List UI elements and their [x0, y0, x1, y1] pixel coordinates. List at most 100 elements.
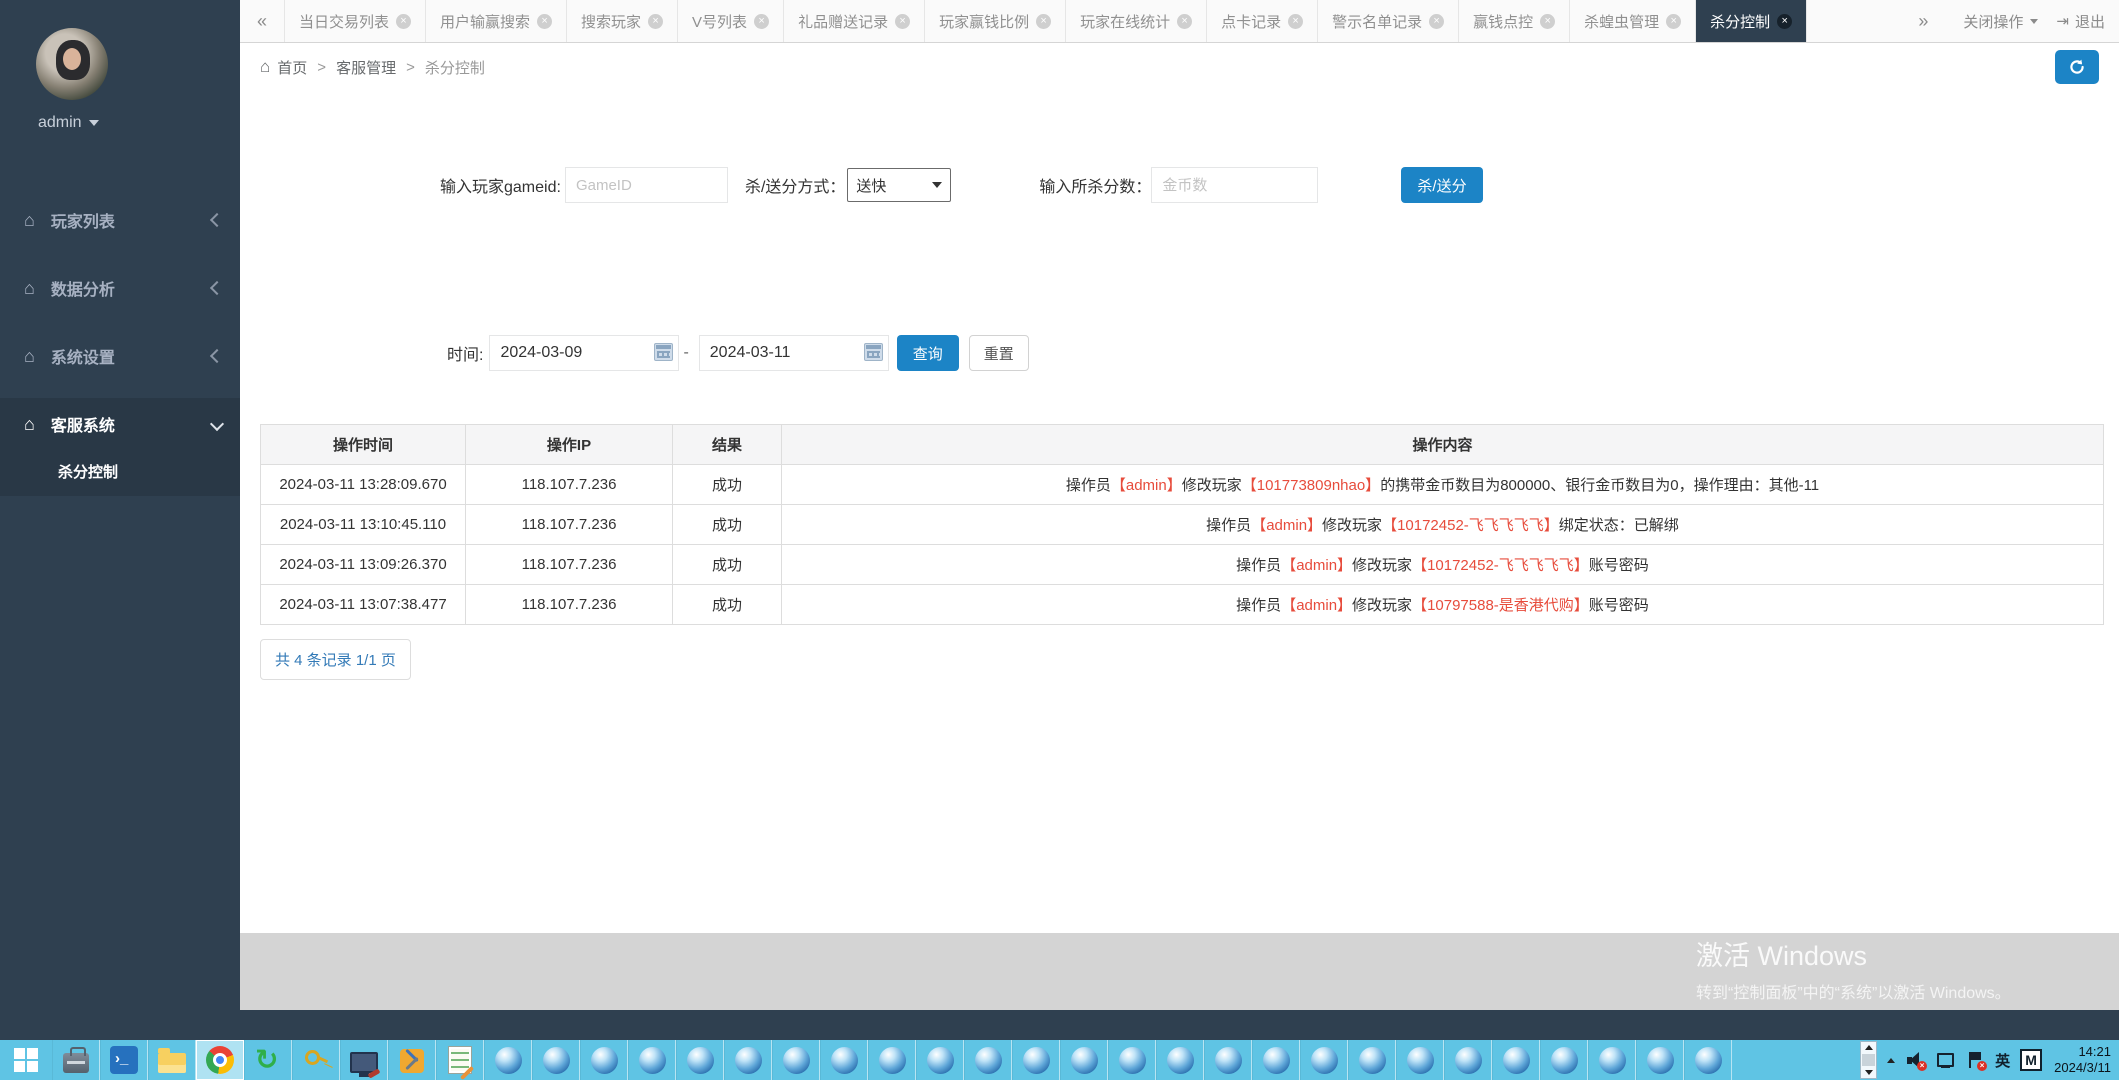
sphere-taskbar-button[interactable]	[1540, 1040, 1588, 1080]
server-manager-taskbar-button[interactable]	[52, 1040, 100, 1080]
sphere-taskbar-button[interactable]	[1204, 1040, 1252, 1080]
sphere-taskbar-button[interactable]	[1012, 1040, 1060, 1080]
breadcrumb-home[interactable]: 首页	[277, 57, 307, 78]
ime-indicator[interactable]: M	[2020, 1049, 2042, 1071]
powershell-taskbar-button[interactable]	[100, 1040, 148, 1080]
sphere-taskbar-button[interactable]	[1588, 1040, 1636, 1080]
refresh-button[interactable]	[2055, 50, 2099, 84]
reset-button[interactable]: 重置	[969, 335, 1029, 371]
action-center-flag-icon[interactable]: ×	[1965, 1050, 1985, 1070]
tab[interactable]: 礼品赠送记录×	[784, 0, 925, 42]
sphere-taskbar-button[interactable]	[916, 1040, 964, 1080]
sphere-taskbar-button[interactable]	[1108, 1040, 1156, 1080]
query-button[interactable]: 查询	[897, 335, 959, 371]
kill-send-score-button[interactable]: 杀/送分	[1401, 167, 1482, 203]
scroll-thumb[interactable]	[1862, 1054, 1875, 1065]
tab[interactable]: 赢钱点控×	[1459, 0, 1570, 42]
date-from-input[interactable]	[489, 335, 679, 371]
show-hidden-icons-button[interactable]	[1887, 1058, 1895, 1063]
tab-close-icon[interactable]: ×	[1036, 14, 1051, 29]
sphere-taskbar-button[interactable]	[1060, 1040, 1108, 1080]
network-icon[interactable]	[1935, 1050, 1955, 1070]
tab-close-icon[interactable]: ×	[1288, 14, 1303, 29]
taskbar-overflow-scrollbar[interactable]	[1860, 1041, 1877, 1079]
sphere-taskbar-button[interactable]	[532, 1040, 580, 1080]
gameid-input[interactable]	[565, 167, 728, 203]
sphere-taskbar-button[interactable]	[964, 1040, 1012, 1080]
scroll-tabs-right-button[interactable]: »	[1901, 11, 1945, 32]
calendar-icon[interactable]	[864, 343, 883, 361]
sphere-icon	[1455, 1047, 1482, 1074]
tab-close-icon[interactable]: ×	[1177, 14, 1192, 29]
sphere-taskbar-button[interactable]	[820, 1040, 868, 1080]
language-indicator[interactable]: 英	[1995, 1050, 2010, 1071]
volume-muted-icon[interactable]: ×	[1905, 1050, 1925, 1070]
notepad-taskbar-button[interactable]	[436, 1040, 484, 1080]
tab[interactable]: 杀蝗虫管理×	[1570, 0, 1696, 42]
sphere-taskbar-button[interactable]	[1300, 1040, 1348, 1080]
sphere-taskbar-button[interactable]	[1252, 1040, 1300, 1080]
tab-close-icon[interactable]: ×	[1666, 14, 1681, 29]
tab-close-icon[interactable]: ×	[1540, 14, 1555, 29]
breadcrumb-section[interactable]: 客服管理	[336, 57, 396, 78]
user-menu[interactable]: admin	[38, 114, 240, 132]
sphere-taskbar-button[interactable]	[1348, 1040, 1396, 1080]
sphere-taskbar-button[interactable]	[628, 1040, 676, 1080]
sync-taskbar-button[interactable]	[244, 1040, 292, 1080]
sphere-taskbar-button[interactable]	[1396, 1040, 1444, 1080]
start-button[interactable]	[0, 1040, 52, 1080]
sphere-taskbar-button[interactable]	[772, 1040, 820, 1080]
sphere-taskbar-button[interactable]	[1444, 1040, 1492, 1080]
tab-close-icon[interactable]: ×	[1777, 14, 1792, 29]
mode-select[interactable]: 送快	[847, 168, 951, 202]
column-header: 结果	[673, 425, 782, 465]
tab[interactable]: 杀分控制×	[1696, 0, 1807, 42]
toolbox-taskbar-button[interactable]	[388, 1040, 436, 1080]
tab-close-icon[interactable]: ×	[396, 14, 411, 29]
sphere-icon	[1215, 1047, 1242, 1074]
sidebar-item[interactable]: ⌂客服系统	[0, 398, 240, 450]
sphere-taskbar-button[interactable]	[1156, 1040, 1204, 1080]
remote-pc-taskbar-button[interactable]	[340, 1040, 388, 1080]
sidebar-item[interactable]: ⌂玩家列表	[0, 194, 240, 246]
tab-close-icon[interactable]: ×	[537, 14, 552, 29]
calendar-icon[interactable]	[654, 343, 673, 361]
sidebar-item[interactable]: ⌂数据分析	[0, 262, 240, 314]
tab[interactable]: 警示名单记录×	[1318, 0, 1459, 42]
tab-close-icon[interactable]: ×	[754, 14, 769, 29]
chevron-down-icon	[932, 182, 942, 188]
sphere-taskbar-button[interactable]	[484, 1040, 532, 1080]
chrome-taskbar-button[interactable]	[196, 1040, 244, 1080]
clock[interactable]: 14:21 2024/3/11	[2054, 1044, 2111, 1076]
sphere-taskbar-button[interactable]	[1684, 1040, 1732, 1080]
tab[interactable]: 点卡记录×	[1207, 0, 1318, 42]
tab[interactable]: 玩家赢钱比例×	[925, 0, 1066, 42]
tab[interactable]: 当日交易列表×	[284, 0, 426, 42]
avatar[interactable]	[36, 28, 108, 100]
tab-close-icon[interactable]: ×	[1429, 14, 1444, 29]
sphere-taskbar-button[interactable]	[724, 1040, 772, 1080]
pagination-summary[interactable]: 共 4 条记录 1/1 页	[260, 639, 411, 680]
sidebar-item[interactable]: ⌂系统设置	[0, 330, 240, 382]
sphere-icon	[1263, 1047, 1290, 1074]
sidebar-subitem[interactable]: 杀分控制	[0, 450, 240, 496]
tab[interactable]: V号列表×	[678, 0, 784, 42]
sphere-taskbar-button[interactable]	[580, 1040, 628, 1080]
score-input[interactable]	[1151, 167, 1318, 203]
cell-ip: 118.107.7.236	[466, 585, 673, 625]
tab[interactable]: 玩家在线统计×	[1066, 0, 1207, 42]
key-taskbar-button[interactable]	[292, 1040, 340, 1080]
sphere-taskbar-button[interactable]	[1636, 1040, 1684, 1080]
tab-close-icon[interactable]: ×	[648, 14, 663, 29]
date-to-input[interactable]	[699, 335, 889, 371]
close-operations-dropdown[interactable]: 关闭操作	[1953, 11, 2048, 32]
scroll-tabs-left-button[interactable]: «	[240, 0, 284, 42]
sphere-taskbar-button[interactable]	[676, 1040, 724, 1080]
tab[interactable]: 用户输赢搜索×	[426, 0, 567, 42]
tab-close-icon[interactable]: ×	[895, 14, 910, 29]
sphere-taskbar-button[interactable]	[868, 1040, 916, 1080]
logout-button[interactable]: 退出	[2056, 11, 2105, 32]
sphere-taskbar-button[interactable]	[1492, 1040, 1540, 1080]
tab[interactable]: 搜索玩家×	[567, 0, 678, 42]
file-explorer-taskbar-button[interactable]	[148, 1040, 196, 1080]
